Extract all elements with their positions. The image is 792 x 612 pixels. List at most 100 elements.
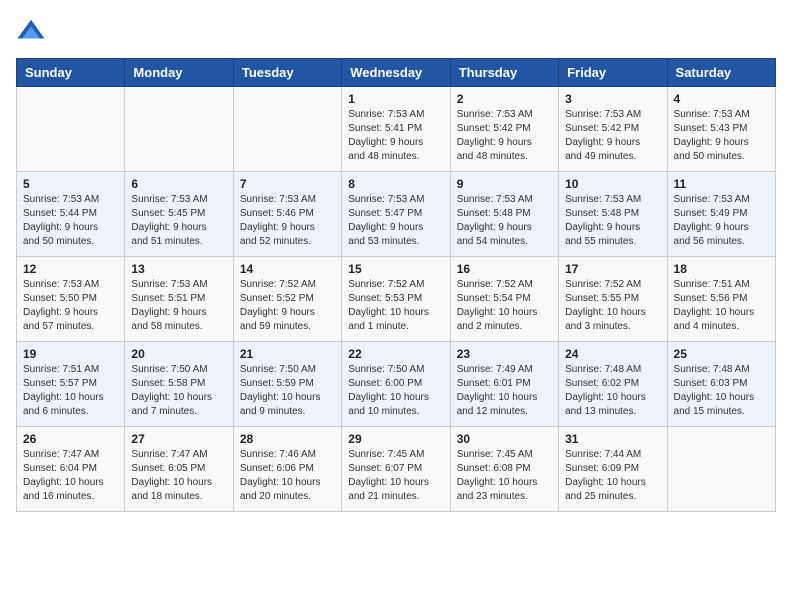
calendar-cell: 22Sunrise: 7:50 AM Sunset: 6:00 PM Dayli… <box>342 342 450 427</box>
day-number: 8 <box>348 177 443 191</box>
day-number: 14 <box>240 262 335 276</box>
day-number: 11 <box>674 177 769 191</box>
calendar-cell: 14 Sunrise: 7:52 AM Sunset: 5:52 PM Dayli… <box>233 257 341 342</box>
cell-info: Sunrise: 7:50 AM Sunset: 5:59 PM Dayligh… <box>240 363 335 419</box>
calendar-cell: 6 Sunrise: 7:53 AM Sunset: 5:45 PM Daylig… <box>125 172 233 257</box>
day-number: 20 <box>131 347 226 361</box>
calendar-cell: 26 Sunrise: 7:47 AM Sunset: 6:04 PM Dayli… <box>17 427 125 512</box>
day-number: 5 <box>23 177 118 191</box>
calendar-cell: 17 Sunrise: 7:52 AM Sunset: 5:55 PM Dayli… <box>559 257 667 342</box>
cell-info: Sunrise: 7:53 AM Sunset: 5:51 PM Dayligh… <box>131 278 226 334</box>
day-number: 13 <box>131 262 226 276</box>
cell-info: Sunrise: 7:47 AM Sunset: 6:04 PM Dayligh… <box>23 448 118 504</box>
day-number: 17 <box>565 262 660 276</box>
day-header-wednesday: Wednesday <box>342 59 450 87</box>
calendar-cell: 31Sunrise: 7:44 AM Sunset: 6:09 PM Dayli… <box>559 427 667 512</box>
calendar-cell: 20 Sunrise: 7:50 AM Sunset: 5:58 PM Dayli… <box>125 342 233 427</box>
day-number: 9 <box>457 177 552 191</box>
cell-info: Sunrise: 7:51 AM Sunset: 5:56 PM Dayligh… <box>674 278 769 334</box>
calendar-cell <box>667 427 775 512</box>
day-number: 23 <box>457 347 552 361</box>
day-number: 29 <box>348 432 443 446</box>
calendar-cell: 10 Sunrise: 7:53 AM Sunset: 5:48 PM Dayli… <box>559 172 667 257</box>
calendar-cell: 15 Sunrise: 7:52 AM Sunset: 5:53 PM Dayli… <box>342 257 450 342</box>
cell-info: Sunrise: 7:53 AM Sunset: 5:46 PM Dayligh… <box>240 193 335 249</box>
calendar-table: SundayMondayTuesdayWednesdayThursdayFrid… <box>16 58 776 512</box>
day-header-sunday: Sunday <box>17 59 125 87</box>
calendar-cell: 3 Sunrise: 7:53 AM Sunset: 5:42 PM Daylig… <box>559 87 667 172</box>
calendar-week-row: 5Sunrise: 7:53 AM Sunset: 5:44 PM Daylig… <box>17 172 776 257</box>
calendar-cell: 8 Sunrise: 7:53 AM Sunset: 5:47 PM Daylig… <box>342 172 450 257</box>
cell-info: Sunrise: 7:52 AM Sunset: 5:52 PM Dayligh… <box>240 278 335 334</box>
day-number: 25 <box>674 347 769 361</box>
calendar-cell: 25 Sunrise: 7:48 AM Sunset: 6:03 PM Dayli… <box>667 342 775 427</box>
cell-info: Sunrise: 7:44 AM Sunset: 6:09 PM Dayligh… <box>565 448 660 504</box>
calendar-week-row: 12 Sunrise: 7:53 AM Sunset: 5:50 PM Dayli… <box>17 257 776 342</box>
day-number: 12 <box>23 262 118 276</box>
calendar-cell: 9 Sunrise: 7:53 AM Sunset: 5:48 PM Daylig… <box>450 172 558 257</box>
cell-info: Sunrise: 7:47 AM Sunset: 6:05 PM Dayligh… <box>131 448 226 504</box>
calendar-header-row: SundayMondayTuesdayWednesdayThursdayFrid… <box>17 59 776 87</box>
calendar-cell: 30Sunrise: 7:45 AM Sunset: 6:08 PM Dayli… <box>450 427 558 512</box>
cell-info: Sunrise: 7:45 AM Sunset: 6:08 PM Dayligh… <box>457 448 552 504</box>
day-number: 19 <box>23 347 118 361</box>
cell-info: Sunrise: 7:53 AM Sunset: 5:42 PM Dayligh… <box>457 108 552 164</box>
calendar-cell: 18Sunrise: 7:51 AM Sunset: 5:56 PM Dayli… <box>667 257 775 342</box>
day-number: 4 <box>674 92 769 106</box>
cell-info: Sunrise: 7:53 AM Sunset: 5:49 PM Dayligh… <box>674 193 769 249</box>
day-number: 7 <box>240 177 335 191</box>
cell-info: Sunrise: 7:48 AM Sunset: 6:02 PM Dayligh… <box>565 363 660 419</box>
calendar-cell: 1 Sunrise: 7:53 AM Sunset: 5:41 PM Daylig… <box>342 87 450 172</box>
cell-info: Sunrise: 7:53 AM Sunset: 5:48 PM Dayligh… <box>565 193 660 249</box>
calendar-cell: 19 Sunrise: 7:51 AM Sunset: 5:57 PM Dayli… <box>17 342 125 427</box>
day-number: 21 <box>240 347 335 361</box>
cell-info: Sunrise: 7:53 AM Sunset: 5:48 PM Dayligh… <box>457 193 552 249</box>
cell-info: Sunrise: 7:50 AM Sunset: 5:58 PM Dayligh… <box>131 363 226 419</box>
calendar-cell: 21 Sunrise: 7:50 AM Sunset: 5:59 PM Dayli… <box>233 342 341 427</box>
day-number: 6 <box>131 177 226 191</box>
cell-info: Sunrise: 7:53 AM Sunset: 5:42 PM Dayligh… <box>565 108 660 164</box>
calendar-cell: 2 Sunrise: 7:53 AM Sunset: 5:42 PM Daylig… <box>450 87 558 172</box>
logo-icon <box>16 16 46 46</box>
day-number: 28 <box>240 432 335 446</box>
cell-info: Sunrise: 7:53 AM Sunset: 5:45 PM Dayligh… <box>131 193 226 249</box>
calendar-cell: 12 Sunrise: 7:53 AM Sunset: 5:50 PM Dayli… <box>17 257 125 342</box>
day-number: 2 <box>457 92 552 106</box>
calendar-cell <box>17 87 125 172</box>
cell-info: Sunrise: 7:49 AM Sunset: 6:01 PM Dayligh… <box>457 363 552 419</box>
calendar-cell: 13 Sunrise: 7:53 AM Sunset: 5:51 PM Dayli… <box>125 257 233 342</box>
cell-info: Sunrise: 7:53 AM Sunset: 5:50 PM Dayligh… <box>23 278 118 334</box>
calendar-cell: 4 Sunrise: 7:53 AM Sunset: 5:43 PM Daylig… <box>667 87 775 172</box>
calendar-cell: 27 Sunrise: 7:47 AM Sunset: 6:05 PM Dayli… <box>125 427 233 512</box>
cell-info: Sunrise: 7:50 AM Sunset: 6:00 PM Dayligh… <box>348 363 443 419</box>
calendar-week-row: 26 Sunrise: 7:47 AM Sunset: 6:04 PM Dayli… <box>17 427 776 512</box>
day-number: 26 <box>23 432 118 446</box>
logo <box>16 16 50 46</box>
calendar-week-row: 1 Sunrise: 7:53 AM Sunset: 5:41 PM Daylig… <box>17 87 776 172</box>
day-header-friday: Friday <box>559 59 667 87</box>
day-header-saturday: Saturday <box>667 59 775 87</box>
cell-info: Sunrise: 7:53 AM Sunset: 5:43 PM Dayligh… <box>674 108 769 164</box>
calendar-cell <box>125 87 233 172</box>
calendar-cell: 16Sunrise: 7:52 AM Sunset: 5:54 PM Dayli… <box>450 257 558 342</box>
calendar-cell: 7 Sunrise: 7:53 AM Sunset: 5:46 PM Daylig… <box>233 172 341 257</box>
cell-info: Sunrise: 7:48 AM Sunset: 6:03 PM Dayligh… <box>674 363 769 419</box>
day-number: 15 <box>348 262 443 276</box>
day-number: 16 <box>457 262 552 276</box>
day-number: 3 <box>565 92 660 106</box>
calendar-cell <box>233 87 341 172</box>
cell-info: Sunrise: 7:53 AM Sunset: 5:47 PM Dayligh… <box>348 193 443 249</box>
calendar-cell: 5Sunrise: 7:53 AM Sunset: 5:44 PM Daylig… <box>17 172 125 257</box>
cell-info: Sunrise: 7:46 AM Sunset: 6:06 PM Dayligh… <box>240 448 335 504</box>
cell-info: Sunrise: 7:45 AM Sunset: 6:07 PM Dayligh… <box>348 448 443 504</box>
day-number: 1 <box>348 92 443 106</box>
cell-info: Sunrise: 7:52 AM Sunset: 5:55 PM Dayligh… <box>565 278 660 334</box>
cell-info: Sunrise: 7:53 AM Sunset: 5:41 PM Dayligh… <box>348 108 443 164</box>
day-header-thursday: Thursday <box>450 59 558 87</box>
cell-info: Sunrise: 7:51 AM Sunset: 5:57 PM Dayligh… <box>23 363 118 419</box>
page-header <box>16 16 776 46</box>
day-number: 27 <box>131 432 226 446</box>
day-number: 10 <box>565 177 660 191</box>
calendar-cell: 28 Sunrise: 7:46 AM Sunset: 6:06 PM Dayli… <box>233 427 341 512</box>
cell-info: Sunrise: 7:52 AM Sunset: 5:53 PM Dayligh… <box>348 278 443 334</box>
